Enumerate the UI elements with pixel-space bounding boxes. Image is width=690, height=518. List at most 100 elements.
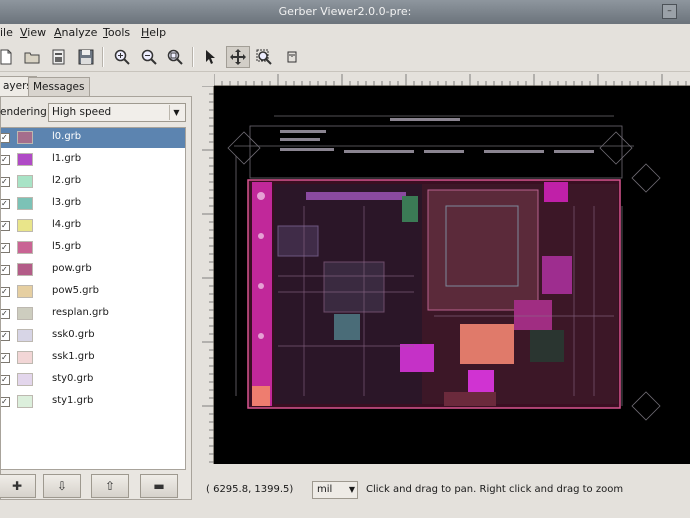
layer-row[interactable]: ✓ l1.grb	[1, 150, 185, 170]
layer-color-swatch[interactable]	[17, 131, 33, 144]
layer-row[interactable]: ✓ l4.grb	[1, 216, 185, 236]
status-hint: Click and drag to pan. Right click and d…	[366, 484, 624, 495]
gerber-canvas[interactable]	[214, 86, 690, 464]
layer-visibility-checkbox[interactable]: ✓	[1, 375, 10, 385]
menu-bar: ile View Analyze Tools Help	[0, 24, 690, 42]
layer-visibility-checkbox[interactable]: ✓	[1, 265, 10, 275]
unit-value: mil	[317, 484, 333, 495]
layer-name: l4.grb	[52, 219, 82, 230]
measure-icon[interactable]	[280, 46, 304, 68]
zoom-fit-icon[interactable]	[163, 46, 187, 68]
layer-color-swatch[interactable]	[17, 263, 33, 276]
open-folder-icon[interactable]	[20, 46, 44, 68]
pcb-left-strip	[252, 182, 272, 406]
toolbar-separator	[102, 47, 104, 67]
layer-color-swatch[interactable]	[17, 329, 33, 342]
pan-icon[interactable]	[226, 46, 250, 68]
pcb-block	[306, 192, 406, 200]
layer-visibility-checkbox[interactable]: ✓	[1, 199, 10, 209]
pcb-block	[542, 256, 572, 294]
layer-name: l2.grb	[52, 175, 82, 186]
vertical-ruler	[200, 85, 214, 464]
layer-row[interactable]: ✓ pow5.grb	[1, 282, 185, 302]
layer-visibility-checkbox[interactable]: ✓	[1, 353, 10, 363]
zoom-region-icon[interactable]	[252, 46, 276, 68]
menu-tools[interactable]: Tools	[103, 26, 130, 39]
pcb-block	[334, 314, 360, 340]
layer-visibility-checkbox[interactable]: ✓	[1, 177, 10, 187]
pcb-block	[252, 386, 270, 406]
layer-name: ssk1.grb	[52, 351, 95, 362]
pointer-icon[interactable]	[198, 46, 222, 68]
move-layer-up-button[interactable]: ⇧	[91, 474, 129, 498]
layer-visibility-checkbox[interactable]: ✓	[1, 287, 10, 297]
layer-visibility-checkbox[interactable]: ✓	[1, 397, 10, 407]
layer-row[interactable]: ✓ l3.grb	[1, 194, 185, 214]
move-layer-down-button[interactable]: ⇩	[43, 474, 81, 498]
toolbar	[0, 42, 690, 72]
layer-visibility-checkbox[interactable]: ✓	[1, 221, 10, 231]
layer-row[interactable]: ✓ l5.grb	[1, 238, 185, 258]
menu-analyze[interactable]: Analyze	[54, 26, 97, 39]
layer-color-swatch[interactable]	[17, 395, 33, 408]
menu-help[interactable]: Help	[141, 26, 166, 39]
layer-row[interactable]: ✓ ssk0.grb	[1, 326, 185, 346]
layer-name: l5.grb	[52, 241, 82, 252]
zoom-in-icon[interactable]	[110, 46, 134, 68]
layer-color-swatch[interactable]	[17, 219, 33, 232]
layer-buttons: ✚ ⇩ ⇧ ▬	[0, 472, 186, 498]
layer-visibility-checkbox[interactable]: ✓	[1, 155, 10, 165]
layer-row[interactable]: ✓ sty1.grb	[1, 392, 185, 412]
layer-name: resplan.grb	[52, 307, 109, 318]
rendering-select[interactable]: High speed ▼	[48, 103, 186, 122]
remove-layer-button[interactable]: ▬	[140, 474, 178, 498]
menu-file[interactable]: ile	[0, 26, 13, 39]
pcb-block	[400, 344, 434, 372]
layer-visibility-checkbox[interactable]: ✓	[1, 309, 10, 319]
minimize-button[interactable]: –	[662, 4, 677, 19]
pcb-block	[544, 182, 568, 202]
layer-row[interactable]: ✓ l2.grb	[1, 172, 185, 192]
zoom-out-icon[interactable]	[137, 46, 161, 68]
title-bar: Gerber Viewer2.0.0-pre: –	[0, 0, 690, 24]
layer-row[interactable]: ✓ ssk1.grb	[1, 348, 185, 368]
layer-color-swatch[interactable]	[17, 285, 33, 298]
layer-row[interactable]: ✓ sty0.grb	[1, 370, 185, 390]
layer-visibility-checkbox[interactable]: ✓	[1, 133, 10, 143]
layer-color-swatch[interactable]	[17, 175, 33, 188]
layer-visibility-checkbox[interactable]: ✓	[1, 331, 10, 341]
horizontal-ruler	[213, 72, 690, 86]
layer-color-swatch[interactable]	[17, 373, 33, 386]
unit-select[interactable]: mil ▼	[312, 481, 358, 499]
layer-row[interactable]: ✓ resplan.grb	[1, 304, 185, 324]
menu-view[interactable]: View	[20, 26, 46, 39]
layer-name: l0.grb	[52, 131, 82, 142]
pcb-block	[427, 189, 539, 311]
layer-row[interactable]: ✓ pow.grb	[1, 260, 185, 280]
save-icon[interactable]	[74, 46, 98, 68]
pcb-block	[444, 392, 496, 406]
tab-messages[interactable]: Messages	[28, 77, 90, 97]
pcb-render	[227, 115, 661, 421]
layer-name: sty1.grb	[52, 395, 94, 406]
new-file-icon[interactable]	[0, 46, 18, 68]
layer-color-swatch[interactable]	[17, 307, 33, 320]
cursor-coordinates: ( 6295.8, 1399.5)	[206, 484, 294, 495]
chevron-down-icon: ▼	[348, 485, 355, 494]
status-bar: ( 6295.8, 1399.5) mil ▼ Click and drag t…	[200, 478, 690, 502]
project-icon[interactable]	[47, 46, 71, 68]
toolbar-separator	[192, 47, 194, 67]
layer-color-swatch[interactable]	[17, 351, 33, 364]
layer-row[interactable]: ✓ l0.grb	[1, 128, 185, 148]
pcb-block	[460, 324, 514, 364]
layer-color-swatch[interactable]	[17, 241, 33, 254]
pcb-block	[530, 330, 564, 362]
layer-visibility-checkbox[interactable]: ✓	[1, 243, 10, 253]
window-title: Gerber Viewer2.0.0-pre:	[278, 5, 412, 18]
layer-name: pow5.grb	[52, 285, 99, 296]
pcb-block	[402, 196, 418, 222]
add-layer-button[interactable]: ✚	[0, 474, 36, 498]
pcb-block	[277, 225, 319, 257]
layer-color-swatch[interactable]	[17, 153, 33, 166]
layer-color-swatch[interactable]	[17, 197, 33, 210]
